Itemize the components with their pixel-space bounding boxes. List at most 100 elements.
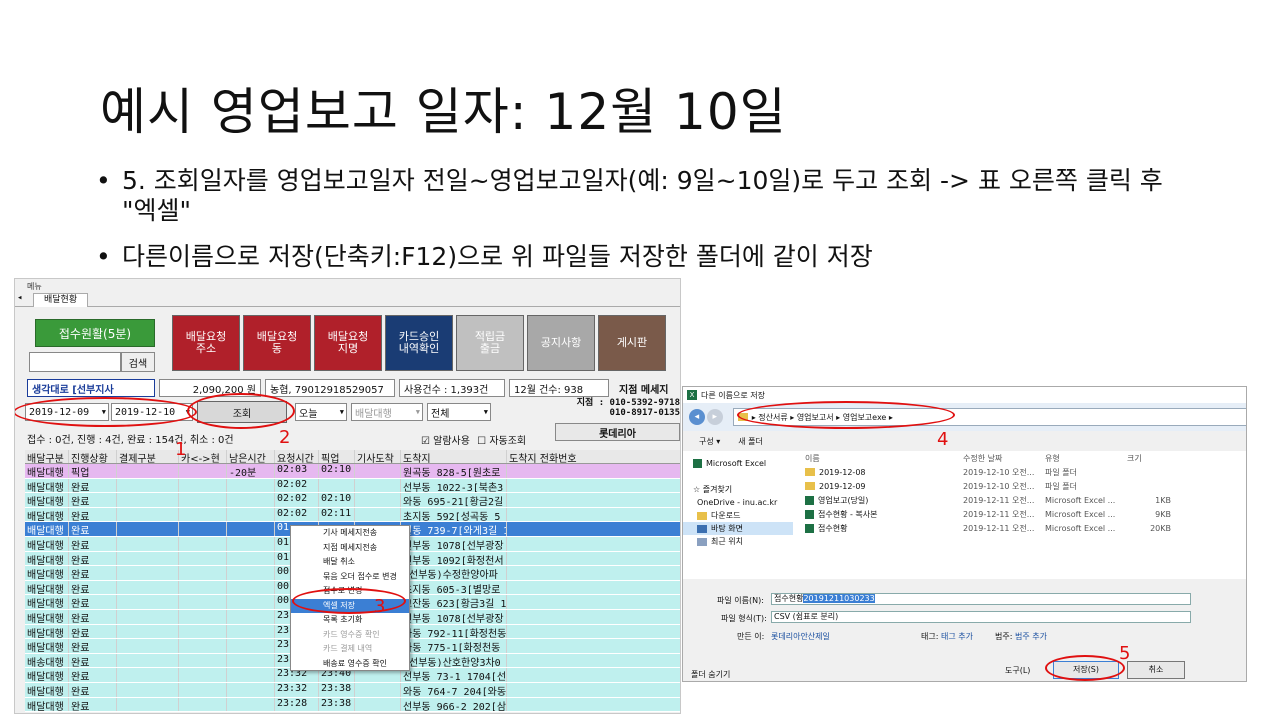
grid-row[interactable]: 배달대행 완료 02:02 02:11 초지동 592[성곡동 5 [25,507,680,523]
nav-item-desktop[interactable]: 바탕 화면 [683,522,793,535]
grid-column-header[interactable]: 배달구분 [25,450,69,463]
slide-title: 예시 영업보고 일자: 12월 10일 [100,83,787,141]
file-row[interactable]: 2019-12-09 2019-12-10 오전... 파일 폴더 [793,479,1246,493]
filename-input[interactable]: 접수현황20191211030233 [771,593,1191,605]
grid-cell: 완료 [69,682,117,697]
grid-row[interactable]: 배달대행 완료 02:02 02:10 와동 695-21[황금2길 [25,493,680,508]
nav-item-label: 바탕 화면 [711,524,743,533]
context-menu-item[interactable]: 묶음 오더 접수로 변경 [291,570,409,585]
nav-item-recent[interactable]: 최근 위치 [683,535,793,548]
search-input[interactable] [29,352,121,372]
file-column-header[interactable]: 크기 [1127,453,1171,464]
context-menu-item[interactable]: 기사 메세지전송 [291,526,409,541]
grid-cell [179,595,227,609]
account-field: 농협, 79012918529057 [265,379,395,397]
context-menu-item[interactable]: 배송료 영수증 확인 [291,657,409,672]
grid-column-header[interactable]: 결제구분 [117,450,179,463]
grid-cell: 완료 [69,566,117,580]
tab-delivery-status[interactable]: 배달현황 [33,293,89,307]
grid-row[interactable]: 배달대행 완료 02:02 선부동 1022-3[북촌3 [25,478,680,494]
context-menu-item[interactable]: 배달 취소 [291,555,409,570]
day-select[interactable]: 오늘 ▼ [295,403,347,421]
hide-folders-toggle[interactable]: 폴더 숨기기 [691,669,730,680]
action-button[interactable]: 배달요청 동 [243,315,311,371]
reception-button[interactable]: 접수원활(5분) [35,319,155,347]
grid-cell: 완료 [69,668,117,682]
tab-scroll-left-icon[interactable]: ◂ [17,293,22,303]
grid-column-header[interactable]: 도착지 전화번호 [507,450,680,463]
grid-cell [117,507,179,522]
tools-menu[interactable]: 도구(L) [1005,665,1030,676]
grid-cell [355,493,401,507]
grid-cell [507,522,680,536]
grid-column-header[interactable]: 진행상황 [69,450,117,463]
grid-column-header[interactable]: 기사도착 [355,450,401,463]
branch-select[interactable]: 생각대로 [선부지사 [27,379,155,397]
organize-button[interactable]: 구성 ▾ [699,436,720,447]
category-value[interactable]: 범주 추가 [1015,631,1047,642]
annotation-number: 1 [175,439,187,460]
file-row[interactable]: 2019-12-08 2019-12-10 오전... 파일 폴더 [793,465,1246,479]
nav-item-onedrive[interactable]: OneDrive - inu.ac.kr [683,496,793,509]
store-name-button[interactable]: 롯데리아 [555,423,680,441]
nav-item-downloads[interactable]: 다운로드 [683,509,793,522]
file-column-header[interactable]: 수정한 날짜 [963,453,1045,464]
grid-cell: 완료 [69,493,117,507]
status-filter-value: 전체 [431,408,450,420]
grid-cell [179,566,227,580]
grid-cell: 배달대행 [25,507,69,522]
action-button[interactable]: 게시판 [598,315,666,371]
grid-cell [227,580,275,595]
auto-query-checkbox[interactable]: ☐ [477,436,486,447]
nav-item-favorites[interactable]: ☆ 즐겨찾기 [683,483,793,496]
filetype-value: CSV (쉼표로 분리) [774,612,839,621]
cancel-button[interactable]: 취소 [1127,661,1185,679]
context-menu-item[interactable]: 지점 메세지전송 [291,541,409,556]
nav-item-label: 다운로드 [711,511,741,520]
grid-column-header[interactable]: 픽업 [319,450,355,463]
file-row[interactable]: 영업보고(당일) 2019-12-11 오전... Microsoft Excel … [793,493,1246,507]
forward-arrow-icon[interactable]: ▸ [706,409,723,425]
grid-column-header[interactable]: 남은시간 [227,450,275,463]
status-filter-select[interactable]: 전체 ▼ [427,403,491,421]
file-row[interactable]: 접수현황 - 복사본 2019-12-11 오전... Microsoft Exce… [793,507,1246,521]
action-button[interactable]: 배달요청 지명 [314,315,382,371]
menu-label[interactable]: 메뉴 [27,281,42,292]
nav-item-excel[interactable]: Microsoft Excel [683,457,793,470]
action-button[interactable]: 적립금 출금 [456,315,524,371]
grid-cell: 02:02 [275,478,319,493]
search-button[interactable]: 검색 [121,352,155,372]
file-column-header[interactable]: 이름 [793,453,963,464]
chevron-down-icon[interactable]: ▼ [416,408,420,416]
alarm-checkbox[interactable]: ☑ [421,436,430,447]
file-row[interactable]: 접수현황 2019-12-11 오전... Microsoft Excel ... 2… [793,521,1246,535]
dialog-toolbar: 구성 ▾ 새 폴더 [683,431,1246,451]
new-folder-button[interactable]: 새 폴더 [738,436,763,447]
file-date-cell: 2019-12-11 오전... [963,523,1035,533]
grid-column-header[interactable]: 도착지 [401,450,507,463]
grid-column-header[interactable]: 요청시간 [275,450,319,463]
grid-cell: 선부동 1078[선부광장 [401,609,507,624]
grid-row[interactable]: 배달대행 완료 23:28 23:38 선부동 966-2 202[삼 [25,697,680,713]
delivery-type-select[interactable]: 배달대행 ▼ [351,403,423,421]
context-menu-item[interactable]: 목록 초기화 [291,613,409,628]
action-button[interactable]: 공지사항 [527,315,595,371]
action-button[interactable]: 배달요청 주소 [172,315,240,371]
tags-value[interactable]: 태그 추가 [941,631,973,642]
context-menu-item[interactable]: 카드 결제 내역 [291,642,409,657]
author-value[interactable]: 롯데리아안산제일 [771,631,830,642]
context-menu-item[interactable]: 카드 영수증 확인 [291,628,409,643]
back-arrow-icon[interactable]: ◂ [689,409,705,425]
grid-row[interactable]: 배달대행 완료 23:32 23:38 와동 764-7 204[와동 [25,682,680,698]
chevron-down-icon[interactable]: ▼ [484,408,488,416]
grid-row[interactable]: 배달대행 픽업 -20분 02:03 02:10 원곡동 828-5[원초로 [25,464,680,479]
annotation-oval-1 [15,397,197,427]
grid-cell: 배달대행 [25,464,69,478]
filetype-select[interactable]: CSV (쉼표로 분리) [771,611,1191,623]
nav-item-label: 최근 위치 [711,537,743,546]
file-column-header[interactable]: 유형 [1045,453,1127,464]
chevron-down-icon[interactable]: ▼ [340,408,344,416]
grid-cell: 배달대행 [25,697,69,712]
grid-cell [507,610,680,624]
action-button[interactable]: 카드승인 내역확인 [385,315,453,371]
